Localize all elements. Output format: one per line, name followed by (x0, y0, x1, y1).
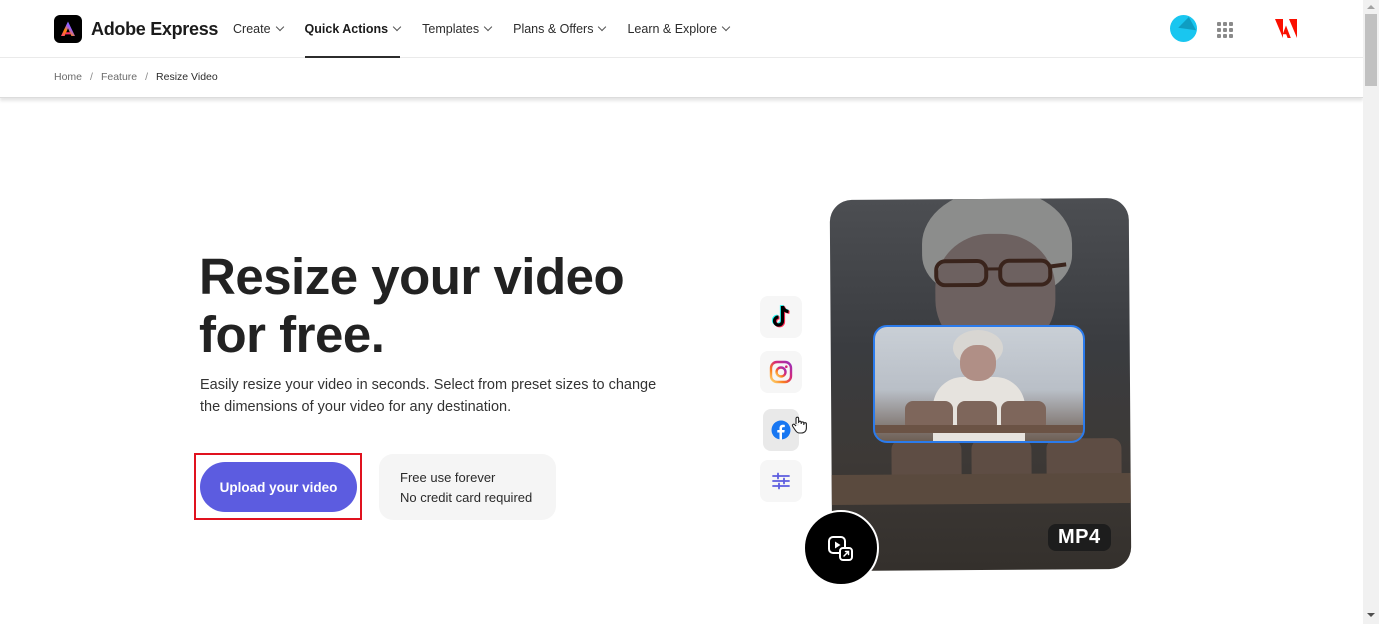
breadcrumb-bar: Home / Feature / Resize Video (0, 58, 1363, 98)
preview-image-detail (957, 401, 997, 427)
breadcrumb-current: Resize Video (156, 71, 218, 83)
no-credit-card-text: No credit card required (400, 490, 533, 505)
breadcrumb-feature[interactable]: Feature (101, 71, 137, 83)
nav-create[interactable]: Create (233, 0, 284, 58)
breadcrumb: Home / Feature / Resize Video (54, 71, 218, 83)
page-title: Resize your video for free. (199, 248, 625, 364)
user-avatar[interactable] (1170, 15, 1197, 42)
scroll-up-arrow-icon[interactable] (1367, 5, 1375, 9)
scroll-down-arrow-icon[interactable] (1367, 613, 1375, 617)
chevron-down-icon (392, 22, 402, 32)
adobe-express-logo-link[interactable]: Adobe Express (54, 15, 218, 43)
main-nav: Create Quick Actions Templates Plans & O… (233, 0, 751, 58)
preview-image-detail (831, 472, 1131, 506)
chevron-down-icon (275, 22, 284, 32)
format-badge: MP4 (1048, 524, 1111, 551)
chevron-down-icon (721, 22, 731, 32)
nav-learn-explore[interactable]: Learn & Explore (627, 0, 731, 58)
nav-learn-explore-label: Learn & Explore (627, 22, 718, 36)
free-use-info: Free use forever No credit card required (379, 454, 556, 520)
hand-cursor-icon (790, 415, 810, 440)
nav-templates-label: Templates (422, 22, 480, 36)
preview-image-detail (905, 401, 953, 427)
top-navigation-bar: Adobe Express Create Quick Actions Templ… (0, 0, 1363, 58)
chevron-down-icon (483, 22, 493, 32)
preview-image-detail (875, 425, 1083, 433)
nav-templates[interactable]: Templates (422, 0, 493, 58)
adjust-sliders-icon[interactable] (760, 460, 802, 502)
video-resize-icon[interactable] (803, 510, 879, 586)
upload-video-button[interactable]: Upload your video (200, 462, 357, 512)
preview-image-detail (1001, 401, 1046, 427)
nav-plans-offers-label: Plans & Offers (513, 22, 594, 36)
nav-quick-actions[interactable]: Quick Actions (304, 0, 402, 58)
title-line-2: for free. (199, 306, 385, 363)
nav-plans-offers[interactable]: Plans & Offers (513, 0, 607, 58)
tiktok-icon[interactable] (760, 296, 802, 338)
title-line-1: Resize your video (199, 248, 625, 305)
page-scrollbar[interactable] (1363, 0, 1379, 624)
preview-image-detail (960, 345, 996, 381)
scrollbar-thumb[interactable] (1365, 14, 1377, 86)
breadcrumb-separator: / (90, 71, 93, 83)
adobe-express-logo-icon (54, 15, 82, 43)
brand-name: Adobe Express (91, 18, 219, 39)
nav-create-label: Create (233, 22, 271, 36)
apps-grid-icon[interactable] (1217, 22, 1233, 38)
adobe-logo-icon[interactable] (1275, 19, 1297, 43)
hero-description: Easily resize your video in seconds. Sel… (200, 377, 657, 415)
breadcrumb-home[interactable]: Home (54, 71, 82, 83)
instagram-icon[interactable] (760, 351, 802, 393)
chevron-down-icon (598, 22, 607, 32)
preview-image-detail (934, 258, 1067, 288)
free-use-text: Free use forever (400, 470, 496, 485)
breadcrumb-separator: / (145, 71, 149, 83)
resized-video-frame (873, 325, 1085, 443)
nav-quick-actions-label: Quick Actions (304, 22, 389, 36)
